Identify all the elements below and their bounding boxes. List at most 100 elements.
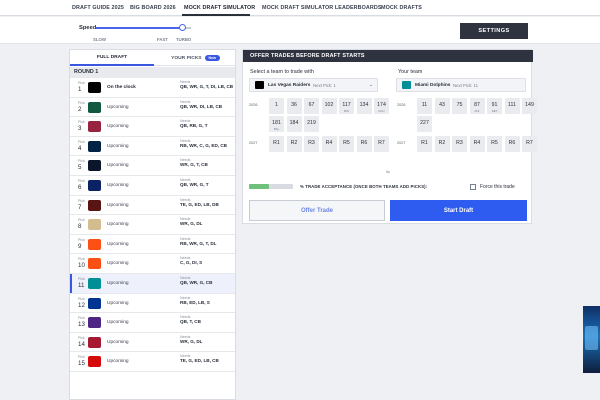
pick-row[interactable]: Pick 8 Upcoming Needs WR, G, DL bbox=[70, 215, 235, 235]
pick-row[interactable]: Pick 12 Upcoming Needs RB, ED, LB, S bbox=[70, 294, 235, 314]
nav-draft-guide[interactable]: DRAFT GUIDE 2025 bbox=[72, 5, 124, 11]
pick-chip[interactable]: 149 bbox=[522, 98, 537, 114]
pick-chip[interactable]: 11 bbox=[417, 98, 432, 114]
future-pick-chip[interactable]: R2 bbox=[434, 136, 450, 152]
pick-chip[interactable]: 117 MIN bbox=[339, 98, 354, 114]
pick-chip[interactable]: 184 bbox=[286, 116, 302, 132]
pick-row[interactable]: Pick 10 Upcoming Needs C, G, DI, S bbox=[70, 254, 235, 274]
future-pick-chip[interactable]: R1 bbox=[269, 136, 284, 152]
team-logo-icon bbox=[88, 297, 101, 309]
future-pick-chip[interactable]: R5 bbox=[339, 136, 354, 152]
side-ad-image[interactable] bbox=[583, 306, 600, 373]
team-needs: RB, WR, G, T, DL bbox=[180, 240, 217, 246]
pick-chip[interactable]: 219 bbox=[304, 116, 319, 132]
pick-chip[interactable]: 111 bbox=[504, 98, 520, 114]
tab-your-picks[interactable]: YOUR PICKS New bbox=[154, 50, 235, 66]
pick-list: Pick 1 On the clock Needs QB, WR, G, T, DI, … bbox=[70, 78, 235, 372]
start-draft-button[interactable]: Start Draft bbox=[390, 200, 527, 221]
pick-number: 10 bbox=[78, 262, 85, 270]
pick-status: Upcoming bbox=[107, 143, 129, 149]
trade-partner-select[interactable]: Las Vegas Raiders Next Pick: 1 ⌄ bbox=[249, 78, 378, 92]
future-pick-chip[interactable]: R5 bbox=[487, 136, 502, 152]
pick-status: Upcoming bbox=[107, 124, 129, 130]
pick-number: 15 bbox=[78, 360, 85, 368]
pick-chip[interactable]: 67 bbox=[304, 98, 319, 114]
pick-chip[interactable]: 1 bbox=[269, 98, 284, 114]
pick-chip-value: 11 bbox=[421, 102, 428, 108]
trade-partner-name: Las Vegas Raiders bbox=[268, 83, 311, 88]
pick-label: Pick bbox=[78, 257, 85, 262]
pick-number: 14 bbox=[78, 340, 85, 348]
tab-full-draft[interactable]: FULL DRAFT bbox=[70, 50, 154, 66]
pick-row[interactable]: Pick 11 Upcoming Needs QB, WR, G, CB bbox=[70, 273, 235, 294]
pick-chip[interactable]: 174 HOU bbox=[374, 98, 389, 114]
trade-acceptance-fill bbox=[249, 184, 269, 189]
draft-tabs: FULL DRAFT YOUR PICKS New bbox=[70, 50, 235, 66]
team-logo-icon bbox=[88, 140, 101, 152]
offer-trade-button[interactable]: Offer Trade bbox=[249, 200, 385, 221]
pick-chip-value: R4 bbox=[325, 140, 333, 146]
pick-chip[interactable]: 102 bbox=[321, 98, 337, 114]
team-needs: QB, WR, DI, LB, CB bbox=[180, 103, 223, 109]
pick-row[interactable]: Pick 6 Upcoming Needs QB, WR, G, T bbox=[70, 176, 235, 196]
pick-number: 13 bbox=[78, 321, 85, 329]
pick-number: 9 bbox=[78, 242, 82, 250]
future-pick-chip[interactable]: R6 bbox=[504, 136, 520, 152]
future-pick-chip[interactable]: R6 bbox=[356, 136, 372, 152]
pick-row[interactable]: Pick 9 Upcoming Needs RB, WR, G, T, DL bbox=[70, 235, 235, 255]
your-team-year-2026: 2026 bbox=[397, 103, 406, 107]
pick-status: Upcoming bbox=[107, 339, 129, 345]
pick-chip[interactable]: 87 PHI bbox=[469, 98, 485, 114]
nav-big-board[interactable]: BIG BOARD 2026 bbox=[130, 5, 176, 11]
future-pick-chip[interactable]: R7 bbox=[374, 136, 389, 152]
pick-chip[interactable]: 227 bbox=[417, 116, 432, 132]
pick-label: Pick bbox=[78, 335, 85, 340]
pick-chip[interactable]: 36 bbox=[286, 98, 302, 114]
pick-row[interactable]: Pick 7 Upcoming Needs TE, G, ED, LB, DB bbox=[70, 196, 235, 216]
pick-row[interactable]: Pick 14 Upcoming Needs WR, G, DL bbox=[70, 333, 235, 353]
pick-label: Pick bbox=[78, 296, 85, 301]
future-pick-chip[interactable]: R3 bbox=[452, 136, 467, 152]
pick-row[interactable]: Pick 3 Upcoming Needs QB, RB, G, T bbox=[70, 117, 235, 137]
pick-row[interactable]: Pick 4 Upcoming Needs RB, WR, C, G, ED, CB bbox=[70, 137, 235, 157]
pick-chip[interactable]: 181 BAL bbox=[269, 116, 284, 132]
team-logo-icon bbox=[88, 179, 101, 191]
future-pick-chip[interactable]: R2 bbox=[286, 136, 302, 152]
future-pick-chip[interactable]: R3 bbox=[304, 136, 319, 152]
team-logo-icon bbox=[88, 277, 101, 289]
speed-slider[interactable] bbox=[96, 24, 191, 31]
team-needs: WR, G, DL bbox=[180, 338, 203, 344]
pick-number: 1 bbox=[78, 86, 82, 93]
pick-chip-origin: BAL bbox=[273, 127, 280, 131]
pick-chip[interactable]: 75 bbox=[452, 98, 467, 114]
future-pick-chip[interactable]: R4 bbox=[469, 136, 485, 152]
round-header: ROUND 1 bbox=[70, 67, 235, 78]
pick-row[interactable]: Pick 5 Upcoming Needs WR, G, T, CB bbox=[70, 156, 235, 176]
team-logo-icon bbox=[88, 101, 101, 113]
your-team-next-pick: Next Pick: 11 bbox=[453, 83, 478, 88]
pick-row[interactable]: Pick 15 Upcoming Needs TE, G, ED, LB, CB bbox=[70, 352, 235, 372]
pick-chip[interactable]: 91 DET bbox=[487, 98, 502, 114]
pick-label: Pick bbox=[78, 276, 85, 281]
pick-row[interactable]: Pick 1 On the clock Needs QB, WR, G, T, DI, … bbox=[70, 78, 235, 98]
pick-chip[interactable]: 134 bbox=[356, 98, 372, 114]
future-pick-chip[interactable]: R7 bbox=[522, 136, 537, 152]
settings-button[interactable]: SETTINGS bbox=[460, 23, 528, 39]
team-logo-icon bbox=[88, 238, 101, 250]
nav-mock-drafts[interactable]: MOCK DRAFTS bbox=[381, 5, 422, 11]
pick-row[interactable]: Pick 13 Upcoming Needs QB, T, CB bbox=[70, 313, 235, 333]
future-pick-chip[interactable]: R4 bbox=[321, 136, 337, 152]
future-pick-chip[interactable]: R1 bbox=[417, 136, 432, 152]
pick-chip-value: R2 bbox=[438, 140, 446, 146]
pick-row[interactable]: Pick 2 Upcoming Needs QB, WR, DI, LB, CB bbox=[70, 98, 235, 118]
nav-leaderboards[interactable]: MOCK DRAFT SIMULATOR LEADERBOARDS bbox=[262, 5, 382, 11]
nav-mock-draft-simulator[interactable]: MOCK DRAFT SIMULATOR bbox=[184, 5, 255, 11]
force-trade-checkbox[interactable] bbox=[470, 184, 476, 190]
pick-label: Pick bbox=[78, 355, 85, 360]
pick-number: 5 bbox=[78, 164, 82, 172]
pick-label: Pick bbox=[78, 120, 85, 125]
pick-status: On the clock bbox=[107, 85, 136, 90]
pick-chip[interactable]: 43 bbox=[434, 98, 450, 114]
team-needs: RB, WR, C, G, ED, CB bbox=[180, 142, 227, 148]
speed-slider-thumb[interactable] bbox=[179, 24, 187, 31]
